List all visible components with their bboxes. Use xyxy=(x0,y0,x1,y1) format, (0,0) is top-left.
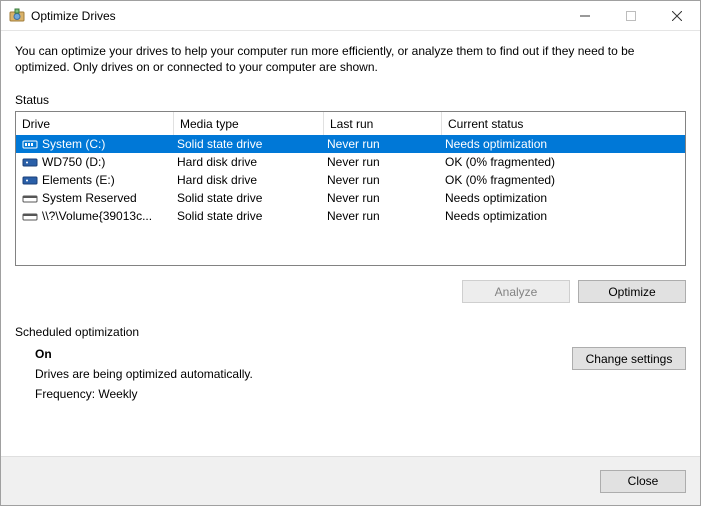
drive-name: WD750 (D:) xyxy=(42,155,105,169)
drive-name: System (C:) xyxy=(42,137,105,151)
change-settings-button[interactable]: Change settings xyxy=(572,347,686,370)
drive-status: OK (0% fragmented) xyxy=(442,155,685,169)
drive-status: Needs optimization xyxy=(442,191,685,205)
analyze-button: Analyze xyxy=(462,280,570,303)
schedule-freq: Frequency: Weekly xyxy=(35,387,572,401)
col-status[interactable]: Current status xyxy=(442,112,685,135)
app-icon xyxy=(9,8,25,24)
drive-media: Hard disk drive xyxy=(174,155,324,169)
drive-icon xyxy=(22,156,38,168)
drive-status: Needs optimization xyxy=(442,209,685,223)
drive-status: OK (0% fragmented) xyxy=(442,173,685,187)
table-row[interactable]: WD750 (D:) Hard disk driveNever runOK (0%… xyxy=(16,153,685,171)
drive-icon xyxy=(22,174,38,186)
drive-name: \\?\Volume{39013c... xyxy=(42,209,152,223)
col-last[interactable]: Last run xyxy=(324,112,442,135)
title-bar: Optimize Drives xyxy=(1,1,700,31)
schedule-heading: Scheduled optimization xyxy=(15,325,686,339)
col-media[interactable]: Media type xyxy=(174,112,324,135)
drive-status: Needs optimization xyxy=(442,137,685,151)
drive-last: Never run xyxy=(324,173,442,187)
optimize-button[interactable]: Optimize xyxy=(578,280,686,303)
drive-icon xyxy=(22,192,38,204)
drive-last: Never run xyxy=(324,137,442,151)
drives-list[interactable]: Drive Media type Last run Current status… xyxy=(15,111,686,266)
list-header: Drive Media type Last run Current status xyxy=(16,112,685,135)
drive-last: Never run xyxy=(324,209,442,223)
status-label: Status xyxy=(15,93,686,107)
window-title: Optimize Drives xyxy=(31,9,116,23)
table-row[interactable]: \\?\Volume{39013c... Solid state driveNev… xyxy=(16,207,685,225)
drive-media: Solid state drive xyxy=(174,209,324,223)
close-button[interactable]: Close xyxy=(600,470,686,493)
drive-last: Never run xyxy=(324,191,442,205)
drive-name: System Reserved xyxy=(42,191,137,205)
minimize-button[interactable] xyxy=(562,1,608,30)
drive-media: Solid state drive xyxy=(174,191,324,205)
schedule-desc: Drives are being optimized automatically… xyxy=(35,367,572,381)
maximize-button xyxy=(608,1,654,30)
footer: Close xyxy=(1,456,700,505)
table-row[interactable]: System Reserved Solid state driveNever ru… xyxy=(16,189,685,207)
drive-name: Elements (E:) xyxy=(42,173,115,187)
drive-last: Never run xyxy=(324,155,442,169)
drive-media: Solid state drive xyxy=(174,137,324,151)
table-row[interactable]: Elements (E:) Hard disk driveNever runOK … xyxy=(16,171,685,189)
drive-media: Hard disk drive xyxy=(174,173,324,187)
col-drive[interactable]: Drive xyxy=(16,112,174,135)
table-row[interactable]: System (C:) Solid state driveNever runNee… xyxy=(16,135,685,153)
close-window-button[interactable] xyxy=(654,1,700,30)
intro-text: You can optimize your drives to help you… xyxy=(15,43,686,75)
drive-icon xyxy=(22,210,38,222)
schedule-state: On xyxy=(35,347,572,361)
drive-icon xyxy=(22,138,38,150)
